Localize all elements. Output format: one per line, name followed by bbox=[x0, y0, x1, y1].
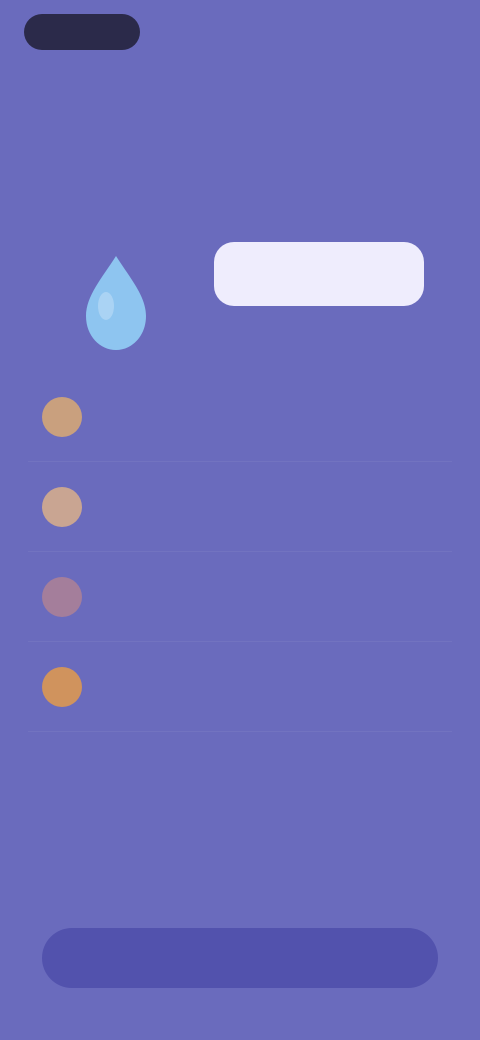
status-pill bbox=[24, 14, 140, 50]
list-item[interactable] bbox=[28, 372, 452, 462]
headline-line-1 bbox=[20, 104, 460, 128]
list-item[interactable] bbox=[28, 462, 452, 552]
circle-icon bbox=[42, 486, 82, 527]
page-headline bbox=[20, 104, 460, 152]
circle-icon bbox=[42, 576, 82, 617]
raindrop-character-icon bbox=[86, 256, 146, 350]
primary-action-button[interactable] bbox=[42, 928, 438, 988]
speech-bubble bbox=[214, 242, 424, 306]
circle-icon bbox=[42, 396, 82, 437]
list-item[interactable] bbox=[28, 642, 452, 732]
headline-line-2 bbox=[20, 128, 460, 152]
list-item[interactable] bbox=[28, 552, 452, 642]
circle-icon bbox=[42, 666, 82, 707]
hero-section bbox=[0, 230, 480, 360]
item-list bbox=[28, 372, 452, 732]
